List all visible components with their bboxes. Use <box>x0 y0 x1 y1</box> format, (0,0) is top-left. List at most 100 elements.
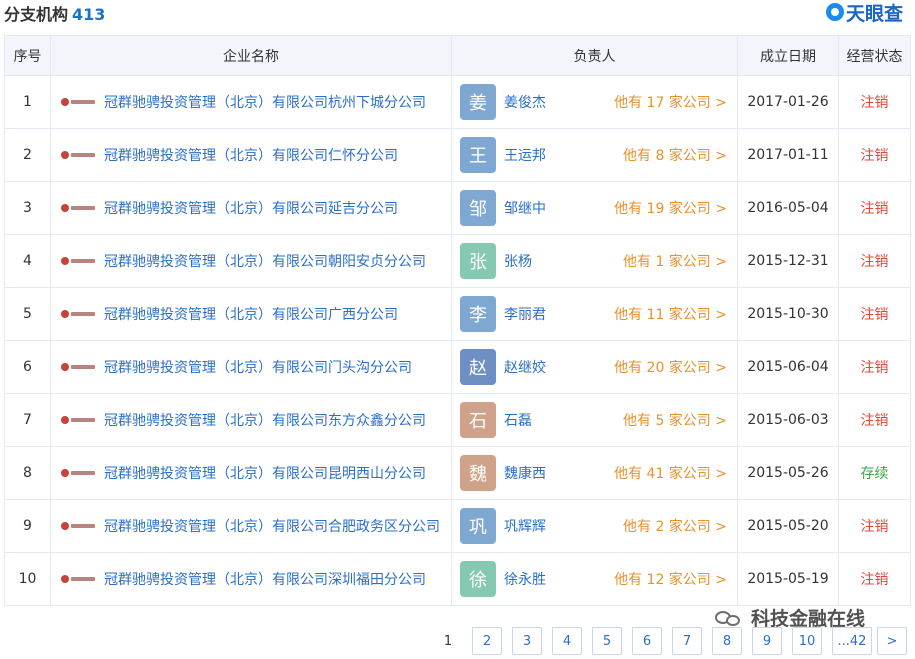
avatar[interactable]: 张 <box>460 243 496 279</box>
company-cell: 冠群驰骋投资管理（北京）有限公司仁怀分公司 <box>50 128 452 182</box>
company-logo-icon <box>61 256 95 266</box>
owner-cell: 王王运邦 他有 8 家公司 > <box>451 128 738 182</box>
date-cell: 2015-12-31 <box>737 234 839 288</box>
owner-companies-link[interactable]: 他有 20 家公司 > <box>614 357 727 377</box>
avatar[interactable]: 李 <box>460 296 496 332</box>
owner-cell: 魏魏康西 他有 41 家公司 > <box>451 446 738 500</box>
wechat-icon <box>715 609 745 627</box>
established-date: 2015-12-31 <box>747 253 829 269</box>
company-cell: 冠群驰骋投资管理（北京）有限公司昆明西山分公司 <box>50 446 452 500</box>
row-index-text: 5 <box>23 306 32 322</box>
date-cell: 2015-06-03 <box>737 393 839 447</box>
established-date: 2016-05-04 <box>747 200 829 216</box>
avatar[interactable]: 邹 <box>460 190 496 226</box>
owner-link[interactable]: 李丽君 <box>504 304 546 324</box>
established-date: 2015-06-04 <box>747 359 829 375</box>
avatar[interactable]: 石 <box>460 402 496 438</box>
table-row: 2 冠群驰骋投资管理（北京）有限公司仁怀分公司 王王运邦 他有 8 家公司 > 2017… <box>4 128 911 182</box>
owner-companies-link[interactable]: 他有 19 家公司 > <box>614 198 727 218</box>
company-link[interactable]: 冠群驰骋投资管理（北京）有限公司合肥政务区分公司 <box>104 516 440 536</box>
owner-companies-link[interactable]: 他有 2 家公司 > <box>623 516 727 536</box>
page-button-4[interactable]: 4 <box>552 627 582 655</box>
owner-companies-link[interactable]: 他有 1 家公司 > <box>623 251 727 271</box>
date-cell: 2015-05-26 <box>737 446 839 500</box>
owner-link[interactable]: 魏康西 <box>504 463 546 483</box>
avatar[interactable]: 王 <box>460 137 496 173</box>
tianyancha-logo: 天眼查 <box>825 0 903 25</box>
page-button-9[interactable]: 9 <box>752 627 782 655</box>
page-button-8[interactable]: 8 <box>712 627 742 655</box>
status-cell: 注销 <box>838 287 911 341</box>
owner-link[interactable]: 石磊 <box>504 410 532 430</box>
date-cell: 2015-10-30 <box>737 287 839 341</box>
page-button-7[interactable]: 7 <box>672 627 702 655</box>
section-header: 分支机构 413 天眼查 <box>0 0 915 26</box>
page-button-5[interactable]: 5 <box>592 627 622 655</box>
company-link[interactable]: 冠群驰骋投资管理（北京）有限公司杭州下城分公司 <box>104 92 426 112</box>
owner-link[interactable]: 巩辉辉 <box>504 516 546 536</box>
company-link[interactable]: 冠群驰骋投资管理（北京）有限公司昆明西山分公司 <box>104 463 426 483</box>
branch-count: 413 <box>72 5 106 24</box>
owner-link[interactable]: 王运邦 <box>504 145 546 165</box>
company-cell: 冠群驰骋投资管理（北京）有限公司合肥政务区分公司 <box>50 499 452 553</box>
page-button-6[interactable]: 6 <box>632 627 662 655</box>
owner-link[interactable]: 赵继姣 <box>504 357 546 377</box>
company-cell: 冠群驰骋投资管理（北京）有限公司东方众鑫分公司 <box>50 393 452 447</box>
company-link[interactable]: 冠群驰骋投资管理（北京）有限公司广西分公司 <box>104 304 398 324</box>
company-link[interactable]: 冠群驰骋投资管理（北京）有限公司延吉分公司 <box>104 198 398 218</box>
table-row: 8 冠群驰骋投资管理（北京）有限公司昆明西山分公司 魏魏康西 他有 41 家公司 > 2… <box>4 446 911 500</box>
row-index-text: 9 <box>23 518 32 534</box>
status-badge: 注销 <box>860 413 889 429</box>
table-row: 7 冠群驰骋投资管理（北京）有限公司东方众鑫分公司 石石磊 他有 5 家公司 > 201… <box>4 393 911 447</box>
status-cell: 注销 <box>838 181 911 235</box>
table-row: 3 冠群驰骋投资管理（北京）有限公司延吉分公司 邹邹继中 他有 19 家公司 > 201… <box>4 181 911 235</box>
company-cell: 冠群驰骋投资管理（北京）有限公司广西分公司 <box>50 287 452 341</box>
next-page-button[interactable]: > <box>877 627 907 655</box>
owner-companies-link[interactable]: 他有 8 家公司 > <box>623 145 727 165</box>
row-index-text: 1 <box>23 94 32 110</box>
status-badge: 注销 <box>860 95 889 111</box>
company-link[interactable]: 冠群驰骋投资管理（北京）有限公司朝阳安贞分公司 <box>104 251 426 271</box>
status-cell: 注销 <box>838 499 911 553</box>
owner-link[interactable]: 张杨 <box>504 251 532 271</box>
company-logo-icon <box>61 203 95 213</box>
avatar[interactable]: 姜 <box>460 84 496 120</box>
owner-companies-link[interactable]: 他有 11 家公司 > <box>614 304 727 324</box>
company-logo-icon <box>61 468 95 478</box>
company-link[interactable]: 冠群驰骋投资管理（北京）有限公司仁怀分公司 <box>104 145 398 165</box>
avatar[interactable]: 巩 <box>460 508 496 544</box>
col-header-status: 经营状态 <box>838 35 911 76</box>
row-index: 8 <box>4 446 51 500</box>
row-index-text: 6 <box>23 359 32 375</box>
owner-link[interactable]: 徐永胜 <box>504 569 546 589</box>
page-button-3[interactable]: 3 <box>512 627 542 655</box>
row-index: 9 <box>4 499 51 553</box>
avatar[interactable]: 徐 <box>460 561 496 597</box>
row-index-text: 10 <box>18 571 37 587</box>
company-link[interactable]: 冠群驰骋投资管理（北京）有限公司深圳福田分公司 <box>104 569 426 589</box>
company-cell: 冠群驰骋投资管理（北京）有限公司延吉分公司 <box>50 181 452 235</box>
owner-cell: 赵赵继姣 他有 20 家公司 > <box>451 340 738 394</box>
status-badge: 注销 <box>860 519 889 535</box>
status-cell: 注销 <box>838 75 911 129</box>
company-link[interactable]: 冠群驰骋投资管理（北京）有限公司东方众鑫分公司 <box>104 410 426 430</box>
company-link[interactable]: 冠群驰骋投资管理（北京）有限公司门头沟分公司 <box>104 357 412 377</box>
date-cell: 2015-06-04 <box>737 340 839 394</box>
company-logo-icon <box>61 574 95 584</box>
avatar[interactable]: 赵 <box>460 349 496 385</box>
owner-companies-link[interactable]: 他有 41 家公司 > <box>614 463 727 483</box>
owner-companies-link[interactable]: 他有 17 家公司 > <box>614 92 727 112</box>
status-cell: 存续 <box>838 446 911 500</box>
page-button-2[interactable]: 2 <box>472 627 502 655</box>
established-date: 2015-10-30 <box>747 306 829 322</box>
owner-link[interactable]: 姜俊杰 <box>504 92 546 112</box>
owner-link[interactable]: 邹继中 <box>504 198 546 218</box>
owner-cell: 巩巩辉辉 他有 2 家公司 > <box>451 499 738 553</box>
page-button-last[interactable]: ...42 <box>832 627 872 655</box>
page-button-10[interactable]: 10 <box>792 627 822 655</box>
owner-companies-link[interactable]: 他有 12 家公司 > <box>614 569 727 589</box>
avatar[interactable]: 魏 <box>460 455 496 491</box>
company-cell: 冠群驰骋投资管理（北京）有限公司杭州下城分公司 <box>50 75 452 129</box>
row-index-text: 4 <box>23 253 32 269</box>
owner-companies-link[interactable]: 他有 5 家公司 > <box>623 410 727 430</box>
